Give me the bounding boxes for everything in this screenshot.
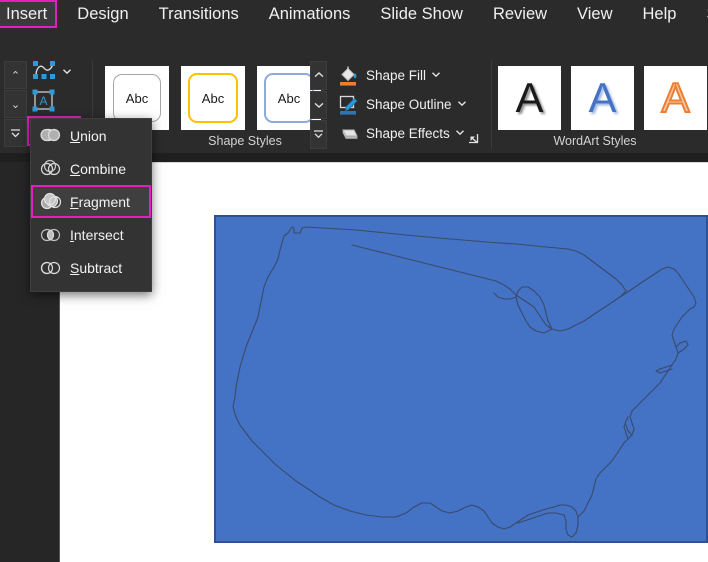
menu-item-fragment[interactable]: Fragment: [31, 185, 151, 218]
wordart-style-thumb-1-label: A: [515, 74, 544, 121]
paint-bucket-icon: [338, 65, 362, 87]
group-divider-shape-styles: [491, 61, 492, 149]
menu-item-combine-label: Combine: [70, 160, 127, 177]
shape-styles-dialog-launcher[interactable]: [466, 131, 479, 144]
tab-help-label: Help: [642, 5, 677, 23]
shape-styles-scroll-down-icon[interactable]: [310, 90, 327, 120]
wordart-styles-gallery: A A A: [498, 66, 707, 130]
usa-map-outline-icon: [232, 226, 697, 538]
tab-transitions-label: Transitions: [158, 5, 239, 23]
shape-outline-label: Shape Outline: [366, 97, 452, 112]
merge-union-icon: [39, 124, 66, 148]
tab-view-label: View: [577, 5, 613, 23]
shape-effects-chevron-down-icon[interactable]: [455, 128, 465, 139]
wordart-style-thumb-3-label: A: [660, 74, 690, 121]
shape-fill-label: Shape Fill: [366, 68, 427, 83]
shape-outline-chevron-down-icon[interactable]: [457, 99, 467, 110]
insert-shapes-gallery-scroll[interactable]: ⌃ ⌄: [4, 61, 27, 147]
menu-item-subtract[interactable]: Subtract: [31, 251, 151, 284]
tab-review[interactable]: Review: [485, 2, 555, 26]
edit-shape-chevron-down-icon[interactable]: [62, 68, 72, 77]
menu-item-union[interactable]: Union: [31, 119, 151, 152]
canvas-top-shade: [60, 162, 708, 163]
wordart-style-thumb-2-label: A: [588, 74, 617, 121]
wordart-style-thumb-1[interactable]: A: [498, 66, 561, 130]
tab-animations[interactable]: Animations: [261, 2, 359, 26]
tab-review-label: Review: [492, 5, 548, 23]
svg-text:A: A: [39, 94, 47, 108]
shape-outline-button[interactable]: Shape Outline: [338, 91, 488, 118]
wordart-style-thumb-3[interactable]: A: [644, 66, 707, 130]
gallery-more-icon[interactable]: [4, 119, 27, 147]
text-box-button[interactable]: A: [30, 89, 80, 116]
wordart-style-thumb-2[interactable]: A: [571, 66, 634, 130]
ribbon-tab-bar: Insert Design Transitions Animations Sli…: [0, 0, 708, 31]
menu-item-intersect-label: Intersect: [70, 226, 124, 243]
tab-insert-label: Insert: [6, 5, 48, 23]
tab-help[interactable]: Help: [635, 2, 685, 26]
merge-combine-icon: [39, 157, 66, 181]
group-label-wordart-styles: WordArt Styles: [553, 134, 637, 148]
tab-view[interactable]: View: [569, 2, 620, 26]
tab-shape-format[interactable]: Sh: [698, 2, 708, 31]
merge-intersect-icon: [39, 223, 66, 247]
shape-style-thumb-2[interactable]: Abc: [181, 66, 245, 130]
group-label-shape-styles: Shape Styles: [208, 134, 282, 148]
menu-item-intersect[interactable]: Intersect: [31, 218, 151, 251]
menu-item-union-label: Union: [70, 127, 107, 144]
tab-slide-show-label: Slide Show: [380, 5, 463, 23]
tab-design[interactable]: Design: [69, 2, 136, 26]
tab-insert[interactable]: Insert: [0, 0, 58, 28]
usa-map-shape[interactable]: [214, 215, 708, 543]
shape-fill-chevron-down-icon[interactable]: [431, 70, 441, 81]
tab-transitions[interactable]: Transitions: [151, 2, 247, 26]
tab-design-label: Design: [77, 5, 129, 23]
edit-shape-icon: [30, 58, 60, 88]
menu-item-combine[interactable]: Combine: [31, 152, 151, 185]
edit-shape-button[interactable]: [30, 59, 80, 86]
shape-style-thumb-3-label: Abc: [264, 73, 314, 123]
menu-item-subtract-label: Subtract: [70, 259, 123, 276]
merge-subtract-icon: [39, 256, 66, 280]
shape-effects-label: Shape Effects: [366, 126, 450, 141]
gallery-scroll-up-icon[interactable]: ⌃: [4, 61, 27, 89]
merge-fragment-icon: [39, 190, 66, 214]
tab-animations-label: Animations: [268, 5, 351, 23]
shape-style-thumb-2-label: Abc: [188, 73, 238, 123]
pencil-outline-icon: [338, 94, 362, 116]
shape-fill-button[interactable]: Shape Fill: [338, 62, 488, 89]
shape-effects-icon: [338, 123, 362, 145]
shape-styles-scroll-up-icon[interactable]: [310, 61, 327, 90]
merge-shapes-menu[interactable]: Union Combine Fragment Intersect Subtrac…: [30, 118, 152, 292]
shape-style-thumb-1-label: Abc: [113, 74, 161, 122]
text-box-icon: A: [30, 88, 60, 118]
powerpoint-window: Insert Design Transitions Animations Sli…: [0, 0, 708, 562]
menu-item-fragment-label: Fragment: [70, 193, 130, 210]
gallery-scroll-down-icon[interactable]: ⌄: [4, 90, 27, 118]
tab-slide-show[interactable]: Slide Show: [372, 2, 471, 26]
